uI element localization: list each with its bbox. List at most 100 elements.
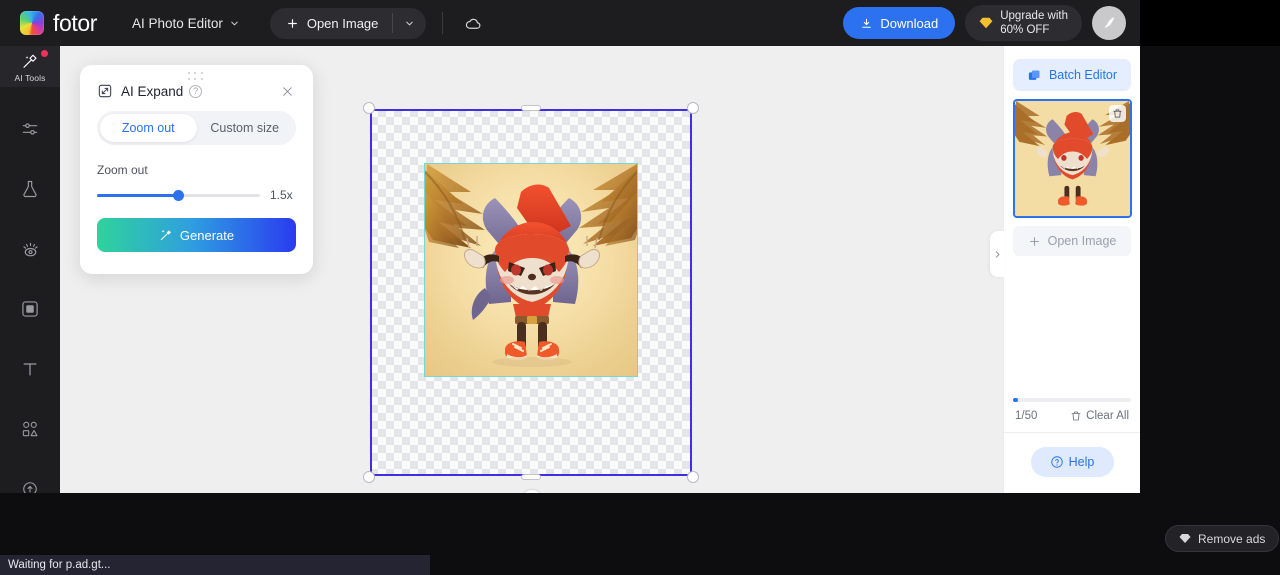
- retouch-eye-icon: [22, 242, 38, 256]
- palm-fronds-right: [579, 164, 637, 246]
- expand-selection-frame[interactable]: [363, 102, 699, 483]
- batch-editor-button[interactable]: Batch Editor: [1013, 59, 1131, 91]
- grip-dot: [194, 72, 197, 74]
- slider-fill: [97, 193, 179, 197]
- grip-dot: [194, 77, 197, 80]
- fotor-logo-icon: [20, 11, 44, 35]
- rail-gap: [0, 269, 60, 289]
- rail-gap: [0, 449, 60, 469]
- panel-drag-handle[interactable]: [187, 72, 206, 81]
- zoom-out-slider[interactable]: [97, 189, 260, 201]
- image-tray-panel: Batch Editor Open Image 1/50 Clear All H…: [990, 46, 1140, 493]
- tray-open-image-label: Open Image: [1047, 234, 1117, 248]
- cloud-icon: [465, 18, 481, 29]
- frame-icon: [22, 301, 38, 317]
- sidebar-item-elements[interactable]: [0, 409, 60, 449]
- resize-handle-bottom[interactable]: [521, 474, 541, 480]
- resize-handle-top[interactable]: [521, 105, 541, 111]
- question-circle-icon: [1050, 456, 1063, 468]
- character-body: [513, 304, 551, 324]
- tray-scrollbar[interactable]: [1013, 398, 1131, 402]
- cloud-storage-button[interactable]: [459, 9, 487, 37]
- flask-icon: [23, 180, 37, 198]
- rail-gap: [0, 329, 60, 349]
- open-image-group: Open Image: [269, 7, 427, 39]
- remove-ads-label: Remove ads: [1198, 531, 1266, 546]
- delete-thumbnail-button[interactable]: [1109, 105, 1126, 122]
- upgrade-label: Upgrade with 60% OFF: [1000, 9, 1068, 38]
- rail-gap: [0, 389, 60, 409]
- sidebar-item-effects[interactable]: [0, 169, 60, 209]
- header-divider: [442, 12, 444, 34]
- diamond-icon: [979, 17, 993, 29]
- brand-logo[interactable]: fotor: [20, 10, 97, 37]
- panel-close-button[interactable]: [278, 82, 296, 100]
- batch-editor-label: Batch Editor: [1048, 68, 1118, 82]
- resize-handle-bottom-right[interactable]: [687, 471, 699, 483]
- tab-zoom-out[interactable]: Zoom out: [100, 114, 197, 142]
- rail-gap: [0, 87, 60, 109]
- help-button[interactable]: Help: [1030, 447, 1114, 477]
- ai-expand-panel[interactable]: AI Expand ? Zoom out Custom size Zoom ou…: [80, 65, 313, 274]
- notification-badge: [41, 50, 48, 57]
- tray-footer: 1/50 Clear All Help: [1004, 398, 1140, 493]
- upgrade-line-1: Upgrade with: [1000, 9, 1068, 22]
- rail-gap: [0, 209, 60, 229]
- download-icon: [862, 18, 872, 28]
- image-count: 1/50: [1015, 410, 1038, 422]
- user-avatar[interactable]: [1092, 6, 1126, 40]
- character-artwork: [425, 164, 637, 376]
- sidebar-item-frames[interactable]: [0, 289, 60, 329]
- header-actions: Download Upgrade with 60% OFF: [843, 5, 1140, 41]
- header-right-filler: [1140, 0, 1280, 46]
- generate-label: Generate: [179, 227, 235, 243]
- product-menu[interactable]: AI Photo Editor: [132, 16, 240, 31]
- close-icon: [282, 86, 292, 96]
- clear-all-button[interactable]: Clear All: [1070, 410, 1129, 422]
- sidebar-item-label: AI Tools: [14, 72, 46, 83]
- palm-fronds-left: [425, 164, 485, 248]
- sidebar-item-adjust[interactable]: [0, 109, 60, 149]
- brand-name: fotor: [53, 9, 98, 36]
- zoom-out-slider-label: Zoom out: [97, 163, 148, 177]
- elements-icon: [22, 421, 38, 437]
- zoom-out-value: 1.5x: [270, 188, 293, 202]
- panel-collapse-button[interactable]: [990, 231, 1004, 277]
- sidebar-item-retouch[interactable]: [0, 229, 60, 269]
- tray-scrollbar-thumb[interactable]: [1013, 398, 1018, 402]
- tray-open-image-button[interactable]: Open Image: [1013, 226, 1131, 256]
- open-image-dropdown-button[interactable]: [393, 8, 426, 39]
- plus-icon: [1029, 236, 1039, 246]
- canvas-image[interactable]: [424, 163, 638, 377]
- product-menu-label: AI Photo Editor: [132, 15, 223, 31]
- slider-thumb[interactable]: [173, 189, 184, 201]
- image-thumbnail[interactable]: [1013, 99, 1132, 218]
- resize-handle-top-left[interactable]: [363, 102, 375, 114]
- browser-status-bar: Waiting for p.ad.gt...: [0, 555, 430, 575]
- resize-handle-top-right[interactable]: [687, 102, 699, 114]
- rail-gap: [0, 149, 60, 169]
- grip-dot: [187, 72, 190, 74]
- chevron-right-icon: [995, 250, 999, 258]
- zoom-out-slider-row: 1.5x: [97, 188, 296, 202]
- ground-shadow: [492, 357, 572, 367]
- adjust-sliders-icon: [22, 123, 38, 135]
- resize-handle-bottom-left[interactable]: [363, 471, 375, 483]
- artwork-vector: [425, 164, 637, 367]
- panel-help-icon[interactable]: ?: [189, 84, 203, 98]
- open-image-button[interactable]: Open Image: [270, 8, 393, 39]
- generate-button[interactable]: Generate: [97, 218, 296, 252]
- ai-expand-icon: [98, 84, 112, 98]
- trash-icon: [1071, 411, 1081, 421]
- tab-custom-size[interactable]: Custom size: [197, 114, 294, 142]
- panel-title: AI Expand: [121, 83, 184, 99]
- grip-dot: [200, 77, 203, 80]
- help-label: Help: [1068, 455, 1095, 469]
- sidebar-item-text[interactable]: [0, 349, 60, 389]
- remove-ads-button[interactable]: Remove ads: [1165, 525, 1280, 552]
- upgrade-button[interactable]: Upgrade with 60% OFF: [965, 5, 1082, 41]
- sidebar-item-ai-tools[interactable]: AI Tools: [0, 46, 60, 87]
- tray-status-row: 1/50 Clear All: [1004, 402, 1140, 433]
- grip-dot: [187, 77, 190, 80]
- download-button[interactable]: Download: [843, 7, 956, 39]
